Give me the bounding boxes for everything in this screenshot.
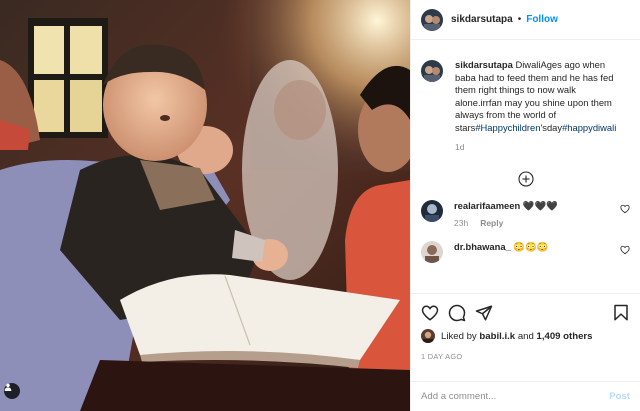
likes-count-link[interactable]: 1,409 others	[537, 331, 593, 342]
instagram-post: sikdarsutapa • Follow sikdarsutapa Diwal…	[0, 0, 640, 411]
caption-text: sikdarsutapa DiwaliAges ago when baba ha…	[455, 59, 625, 135]
comment-content: 😳😳😳	[513, 240, 549, 252]
caption-body: sikdarsutapa DiwaliAges ago when baba ha…	[455, 59, 625, 152]
avatar[interactable]	[421, 60, 443, 82]
avatar[interactable]	[421, 240, 443, 263]
liker-avatar[interactable]	[421, 329, 435, 343]
action-icons	[421, 294, 630, 327]
hashtag-link[interactable]: #Happychildren	[475, 122, 540, 133]
comment-text: dr.bhawana_ 😳😳😳	[454, 241, 614, 253]
like-heart-icon[interactable]	[421, 304, 439, 322]
comment-username[interactable]: realarifaameen	[454, 200, 520, 211]
liker-avatar-image	[421, 329, 435, 343]
photo-illustration	[0, 0, 410, 411]
comments-section[interactable]: sikdarsutapa DiwaliAges ago when baba ha…	[411, 40, 640, 293]
caption-text-part2: 'sday	[540, 121, 563, 133]
add-comment-bar: Post	[411, 381, 640, 411]
caption: sikdarsutapa DiwaliAges ago when baba ha…	[421, 59, 630, 152]
comment-body: dr.bhawana_ 😳😳😳	[454, 241, 614, 253]
avatar-image	[421, 8, 443, 31]
save-bookmark-icon[interactable]	[612, 304, 630, 322]
comment-meta: 23h Reply	[454, 218, 614, 228]
post-header: sikdarsutapa • Follow	[411, 0, 640, 40]
comment-bubble-icon[interactable]	[448, 304, 466, 322]
post-photo[interactable]	[0, 0, 410, 411]
avatar[interactable]	[421, 8, 443, 31]
likes-summary: Liked by babil.i.k and 1,409 others	[421, 329, 630, 343]
hashtag-link[interactable]: #happydiwali	[562, 122, 616, 133]
liker-username[interactable]: babil.i.k	[479, 331, 515, 342]
comment-item: realarifaameen 🖤🖤🖤 23h Reply	[421, 199, 630, 228]
comment-content: 🖤🖤🖤	[522, 199, 558, 211]
post-actions: Liked by babil.i.k and 1,409 others 1 DA…	[411, 293, 640, 381]
comment-text: realarifaameen 🖤🖤🖤	[454, 200, 614, 212]
reply-button[interactable]: Reply	[480, 218, 503, 228]
add-comment-input[interactable]	[421, 391, 610, 402]
comment-username[interactable]: dr.bhawana_	[454, 241, 511, 252]
avatar-image	[421, 240, 443, 263]
avatar[interactable]	[421, 199, 443, 222]
comment-body: realarifaameen 🖤🖤🖤 23h Reply	[454, 200, 614, 228]
header-separator: •	[517, 14, 522, 25]
post-date[interactable]: 1 DAY AGO	[421, 352, 630, 361]
avatar-image	[421, 60, 443, 82]
like-comment-heart-icon[interactable]	[620, 245, 630, 255]
caption-username[interactable]: sikdarsutapa	[455, 59, 513, 70]
follow-button[interactable]: Follow	[526, 14, 558, 25]
likes-prefix: Liked by	[441, 330, 477, 342]
header-username[interactable]: sikdarsutapa	[451, 14, 513, 25]
tagged-users-button[interactable]	[4, 383, 20, 399]
post-details-panel: sikdarsutapa • Follow sikdarsutapa Diwal…	[410, 0, 640, 411]
share-paper-plane-icon[interactable]	[475, 304, 493, 322]
post-comment-button[interactable]: Post	[609, 391, 630, 402]
likes-middle: and	[517, 330, 534, 342]
caption-time[interactable]: 1d	[455, 142, 625, 152]
comment-time[interactable]: 23h	[454, 218, 468, 228]
like-comment-heart-icon[interactable]	[620, 204, 630, 214]
load-more-comments-icon[interactable]	[517, 171, 534, 187]
avatar-image	[421, 199, 443, 222]
person-icon	[4, 383, 12, 391]
comment-item: dr.bhawana_ 😳😳😳	[421, 240, 630, 263]
